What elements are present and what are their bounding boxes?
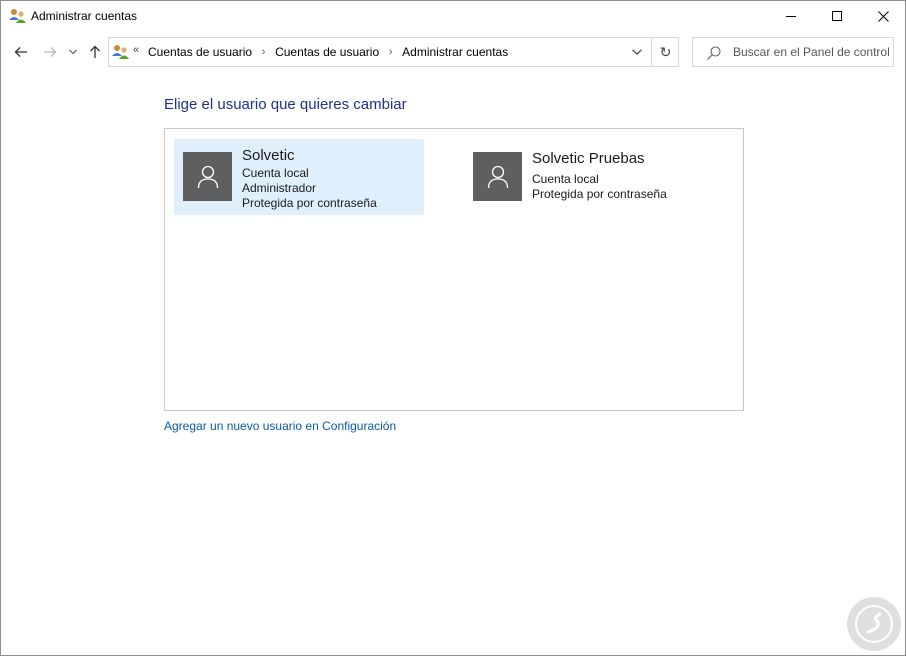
minimize-button[interactable]: [768, 1, 814, 31]
account-protection: Protegida por contraseña: [532, 187, 667, 201]
account-type: Cuenta local: [242, 166, 309, 180]
account-type: Cuenta local: [532, 172, 599, 186]
account-tile-solvetic-pruebas[interactable]: Solvetic Pruebas Cuenta local Protegida …: [464, 145, 714, 221]
accounts-list: Solvetic Cuenta local Administrador Prot…: [164, 128, 744, 411]
window: Administrar cuentas « Cuentas de usuario…: [0, 0, 906, 656]
chevron-down-icon: [632, 49, 642, 55]
close-button[interactable]: [860, 1, 906, 31]
title-bar[interactable]: Administrar cuentas: [1, 1, 905, 32]
recent-locations-button[interactable]: [65, 41, 81, 63]
arrow-left-icon: [14, 47, 27, 57]
user-accounts-icon: [9, 8, 26, 24]
watermark-logo: [847, 597, 901, 651]
breadcrumb-item[interactable]: Administrar cuentas: [402, 45, 508, 59]
logo-icon: [855, 605, 893, 643]
search-input[interactable]: Buscar en el Panel de control: [692, 37, 894, 67]
close-icon: [877, 10, 889, 22]
forward-button[interactable]: [39, 41, 61, 63]
breadcrumb-separator[interactable]: ›: [252, 46, 275, 58]
add-new-user-link[interactable]: Agregar un nuevo usuario en Configuració…: [164, 419, 396, 433]
search-placeholder: Buscar en el Panel de control: [733, 45, 890, 59]
chevron-down-icon: [69, 49, 77, 55]
page-title: Elige el usuario que quieres cambiar: [164, 96, 407, 113]
breadcrumb-overflow-button[interactable]: «: [133, 44, 139, 56]
breadcrumb-item[interactable]: Cuentas de usuario: [148, 45, 252, 59]
account-protection: Protegida por contraseña: [242, 196, 377, 210]
user-icon: [197, 165, 218, 188]
maximize-icon: [832, 11, 842, 21]
avatar: [473, 152, 522, 201]
arrow-up-icon: [90, 45, 100, 58]
breadcrumb-separator[interactable]: ›: [379, 46, 402, 58]
refresh-icon: ↻: [659, 43, 672, 60]
refresh-button[interactable]: ↻: [651, 38, 679, 66]
avatar: [183, 152, 232, 201]
user-icon: [487, 165, 508, 188]
account-tile-solvetic[interactable]: Solvetic Cuenta local Administrador Prot…: [174, 139, 424, 215]
window-title: Administrar cuentas: [31, 9, 138, 23]
address-dropdown-button[interactable]: [622, 38, 652, 66]
arrow-right-icon: [44, 47, 57, 57]
address-bar[interactable]: « Cuentas de usuario › Cuentas de usuari…: [108, 37, 679, 67]
search-icon: [706, 45, 722, 61]
breadcrumb: Cuentas de usuario › Cuentas de usuario …: [148, 45, 508, 59]
account-role: Administrador: [242, 181, 317, 195]
account-name: Solvetic Pruebas: [532, 150, 645, 167]
maximize-button[interactable]: [814, 1, 860, 31]
user-accounts-icon: [112, 44, 129, 60]
account-name: Solvetic: [242, 147, 295, 164]
up-button[interactable]: [84, 41, 106, 63]
back-button[interactable]: [10, 41, 32, 63]
breadcrumb-item[interactable]: Cuentas de usuario: [275, 45, 379, 59]
minimize-icon: [786, 16, 796, 17]
